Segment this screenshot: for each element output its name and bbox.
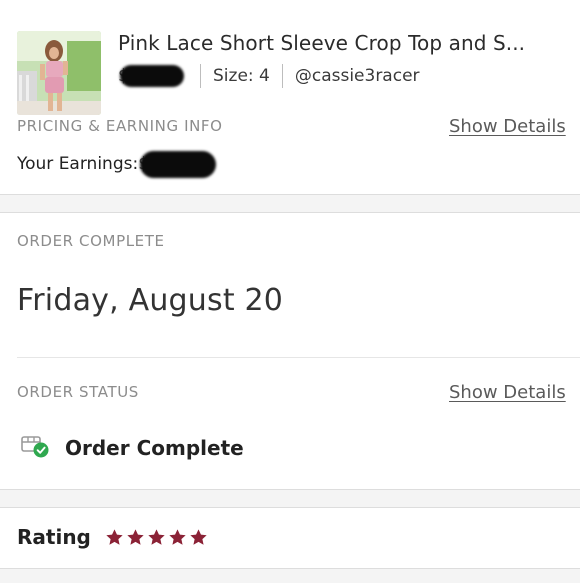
star-icon xyxy=(190,528,207,545)
listing-meta: $ Size: 4 @cassie3racer xyxy=(118,64,420,88)
order-status-row: Order Complete xyxy=(20,433,244,463)
section-separator xyxy=(0,568,580,583)
section-separator xyxy=(0,194,580,213)
order-status-text: Order Complete xyxy=(65,436,244,460)
earnings-label: Your Earnings: xyxy=(17,154,139,174)
order-details-screen: Pink Lace Short Sleeve Crop Top and S...… xyxy=(0,0,580,583)
meta-divider xyxy=(281,64,283,88)
package-check-icon xyxy=(20,433,50,463)
rating-stars xyxy=(105,528,210,547)
section-separator xyxy=(0,489,580,508)
divider xyxy=(17,357,580,358)
earnings-value: $ xyxy=(138,151,218,178)
product-thumbnail[interactable] xyxy=(17,31,101,115)
order-section-label: ORDER COMPLETE xyxy=(17,232,165,250)
star-icon xyxy=(106,528,123,545)
pricing-show-details-link[interactable]: Show Details xyxy=(449,116,566,137)
listing-title[interactable]: Pink Lace Short Sleeve Crop Top and S... xyxy=(118,31,568,55)
meta-divider xyxy=(200,64,201,88)
star-icon xyxy=(127,528,144,545)
rating-row: Rating xyxy=(17,525,210,549)
listing-size: Size: 4 xyxy=(213,66,270,86)
star-icon xyxy=(148,528,165,545)
seller-username[interactable]: @cassie3racer xyxy=(295,66,420,86)
status-section-label: ORDER STATUS xyxy=(17,383,139,401)
status-show-details-link[interactable]: Show Details xyxy=(449,382,566,403)
earnings-row: Your Earnings: $ xyxy=(17,151,218,178)
price-redaction xyxy=(120,65,184,87)
pricing-section-label: PRICING & EARNING INFO xyxy=(17,117,223,135)
listing-price: $ xyxy=(118,64,188,88)
earnings-redaction xyxy=(140,151,217,178)
order-date: Friday, August 20 xyxy=(17,283,284,318)
rating-label: Rating xyxy=(17,525,91,549)
product-photo xyxy=(17,31,101,115)
star-icon xyxy=(169,528,186,545)
